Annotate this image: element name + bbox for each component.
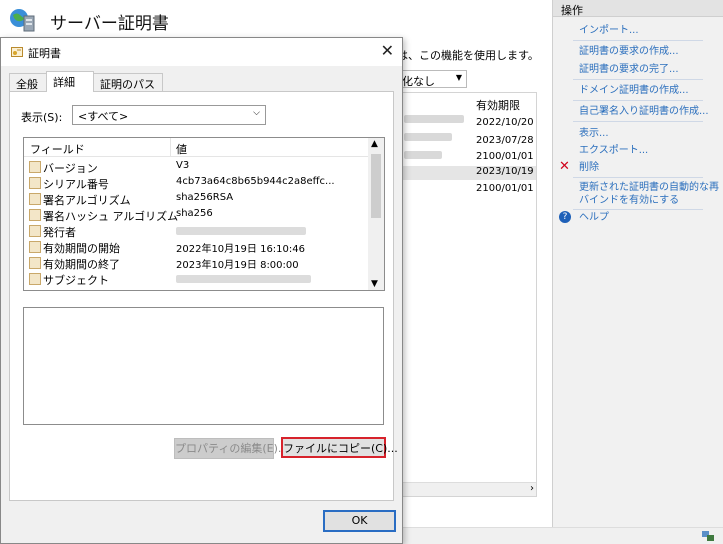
copy-to-file-button[interactable]: ファイルにコピー(C)... xyxy=(281,437,398,458)
action-view[interactable]: 表示... xyxy=(579,127,609,140)
redacted-name xyxy=(404,115,464,123)
table-row[interactable]: 署名アルゴリズム sha256RSA xyxy=(24,191,369,207)
column-header-value[interactable]: 値 xyxy=(176,141,187,157)
action-export[interactable]: エクスポート... xyxy=(579,144,648,157)
show-select[interactable]: <すべて> ⌵ xyxy=(72,105,266,125)
field-icon xyxy=(29,161,41,173)
show-label: 表示(S): xyxy=(21,111,63,124)
iis-header: サーバー証明書 xyxy=(0,0,552,38)
show-select-value: <すべて> xyxy=(78,110,129,123)
divider xyxy=(573,209,703,210)
list-item-selected[interactable]: 2023/10/19 8 xyxy=(398,166,536,180)
chevron-right-icon[interactable]: › xyxy=(530,483,534,494)
horizontal-scrollbar[interactable]: › xyxy=(398,482,536,496)
table-row[interactable]: 有効期間の開始 2022年10月19日 16:10:46 xyxy=(24,239,369,255)
certificate-icon xyxy=(11,47,23,57)
field-name: バージョン xyxy=(43,162,98,175)
field-name: 有効期間の終了 xyxy=(43,258,120,271)
field-value: V3 xyxy=(176,160,190,171)
dialog-titlebar[interactable]: 証明書 ✕ xyxy=(1,38,402,66)
close-icon[interactable]: ✕ xyxy=(381,41,394,60)
list-item[interactable]: 2022/10/20 1 xyxy=(476,117,536,128)
field-detail-textbox[interactable] xyxy=(23,307,384,425)
table-row[interactable]: 署名ハッシュ アルゴリズム sha256 xyxy=(24,207,369,223)
field-value: 2023年10月19日 8:00:00 xyxy=(176,260,299,271)
action-create-domain-cert[interactable]: ドメイン証明書の作成... xyxy=(579,84,689,97)
tab-details[interactable]: 詳細 xyxy=(46,71,94,92)
field-value: 2022年10月19日 16:10:46 xyxy=(176,244,305,255)
field-list-header: フィールド 値 xyxy=(24,138,369,157)
divider xyxy=(573,79,703,80)
action-help[interactable]: ヘルプ xyxy=(579,211,609,224)
action-auto-rebind-line2[interactable]: バインドを有効にする xyxy=(579,194,679,207)
redacted-value xyxy=(176,227,306,235)
details-panel: 表示(S): <すべて> ⌵ フィールド 値 バージョン V3 シリアル番号 4… xyxy=(9,91,398,501)
scrollbar-thumb[interactable] xyxy=(371,154,381,218)
field-name: 発行者 xyxy=(43,226,76,239)
table-row[interactable]: サブジェクト xyxy=(24,271,369,287)
field-name: サブジェクト xyxy=(43,274,109,287)
field-list[interactable]: フィールド 値 バージョン V3 シリアル番号 4cb73a64c8b65b94… xyxy=(23,137,385,291)
redacted-name xyxy=(404,133,452,141)
chevron-down-icon: ▼ xyxy=(455,73,462,82)
certificate-list[interactable]: 有効期限 2022/10/20 1 2023/07/28 1 2100/01/0… xyxy=(397,92,537,497)
server-certificate-icon xyxy=(10,9,35,32)
action-remove[interactable]: 削除 xyxy=(579,161,599,174)
action-complete-request[interactable]: 証明書の要求の完了... xyxy=(579,63,679,76)
chevron-up-icon[interactable]: ▲ xyxy=(371,139,378,149)
field-value: 4cb73a64c8b65b944c2a8effc... xyxy=(176,176,335,187)
field-icon xyxy=(29,257,41,269)
dialog-title: 証明書 xyxy=(28,47,61,60)
filter-value: 化なし xyxy=(402,75,435,88)
delete-icon: ✕ xyxy=(559,159,570,174)
action-auto-rebind[interactable]: 更新された証明書の自動的な再 xyxy=(579,181,719,194)
list-item[interactable]: 2100/01/01 0 xyxy=(476,151,536,162)
page-title: サーバー証明書 xyxy=(50,14,169,34)
network-status-icon xyxy=(702,531,714,541)
column-header-field[interactable]: フィールド xyxy=(30,141,85,157)
vertical-scrollbar[interactable]: ▲ ▼ xyxy=(368,138,384,290)
divider xyxy=(573,121,703,122)
feature-description: は、この機能を使用します。 xyxy=(397,49,539,62)
action-create-request[interactable]: 証明書の要求の作成... xyxy=(579,45,679,58)
field-icon xyxy=(29,209,41,221)
field-icon xyxy=(29,177,41,189)
field-icon xyxy=(29,225,41,237)
field-icon xyxy=(29,241,41,253)
field-icon xyxy=(29,193,41,205)
list-item[interactable]: 2023/07/28 1 xyxy=(476,135,536,146)
divider xyxy=(573,100,703,101)
filter-dropdown[interactable]: 化なし ▼ xyxy=(397,70,467,88)
redacted-name xyxy=(404,151,442,159)
field-name: 署名ハッシュ アルゴリズム xyxy=(43,210,179,223)
column-divider xyxy=(170,138,171,157)
field-name: 署名アルゴリズム xyxy=(43,194,131,207)
chevron-down-icon: ⌵ xyxy=(253,108,260,118)
field-name: 有効期間の開始 xyxy=(43,242,120,255)
edit-properties-button[interactable]: プロパティの編集(E)... xyxy=(174,438,288,459)
certificate-dialog: 証明書 ✕ 全般 詳細 証明のパス 表示(S): <すべて> ⌵ フィールド 値… xyxy=(0,37,403,544)
ok-button[interactable]: OK xyxy=(323,510,396,532)
field-value: sha256RSA xyxy=(176,192,234,203)
field-icon xyxy=(29,273,41,285)
table-row[interactable]: 有効期間の終了 2023年10月19日 8:00:00 xyxy=(24,255,369,271)
actions-pane: 操作 インポート... 証明書の要求の作成... 証明書の要求の完了... ドメ… xyxy=(552,0,723,527)
actions-header: 操作 xyxy=(553,0,723,17)
help-icon: ? xyxy=(559,211,571,223)
table-row[interactable]: シリアル番号 4cb73a64c8b65b944c2a8effc... xyxy=(24,175,369,191)
field-value: sha256 xyxy=(176,208,213,219)
table-row[interactable]: バージョン V3 xyxy=(24,159,369,175)
divider xyxy=(573,40,703,41)
divider xyxy=(573,177,703,178)
action-create-self-signed[interactable]: 自己署名入り証明書の作成... xyxy=(579,105,709,118)
table-row[interactable]: 発行者 xyxy=(24,223,369,239)
redacted-value xyxy=(176,275,311,283)
column-header-expiration[interactable]: 有効期限 xyxy=(476,97,520,113)
tab-certification-path[interactable]: 証明のパス xyxy=(93,73,163,92)
list-item[interactable]: 2100/01/01 0 xyxy=(476,183,536,194)
tab-general[interactable]: 全般 xyxy=(9,73,47,92)
chevron-down-icon[interactable]: ▼ xyxy=(371,279,378,289)
field-name: シリアル番号 xyxy=(43,178,109,191)
action-import[interactable]: インポート... xyxy=(579,24,639,37)
